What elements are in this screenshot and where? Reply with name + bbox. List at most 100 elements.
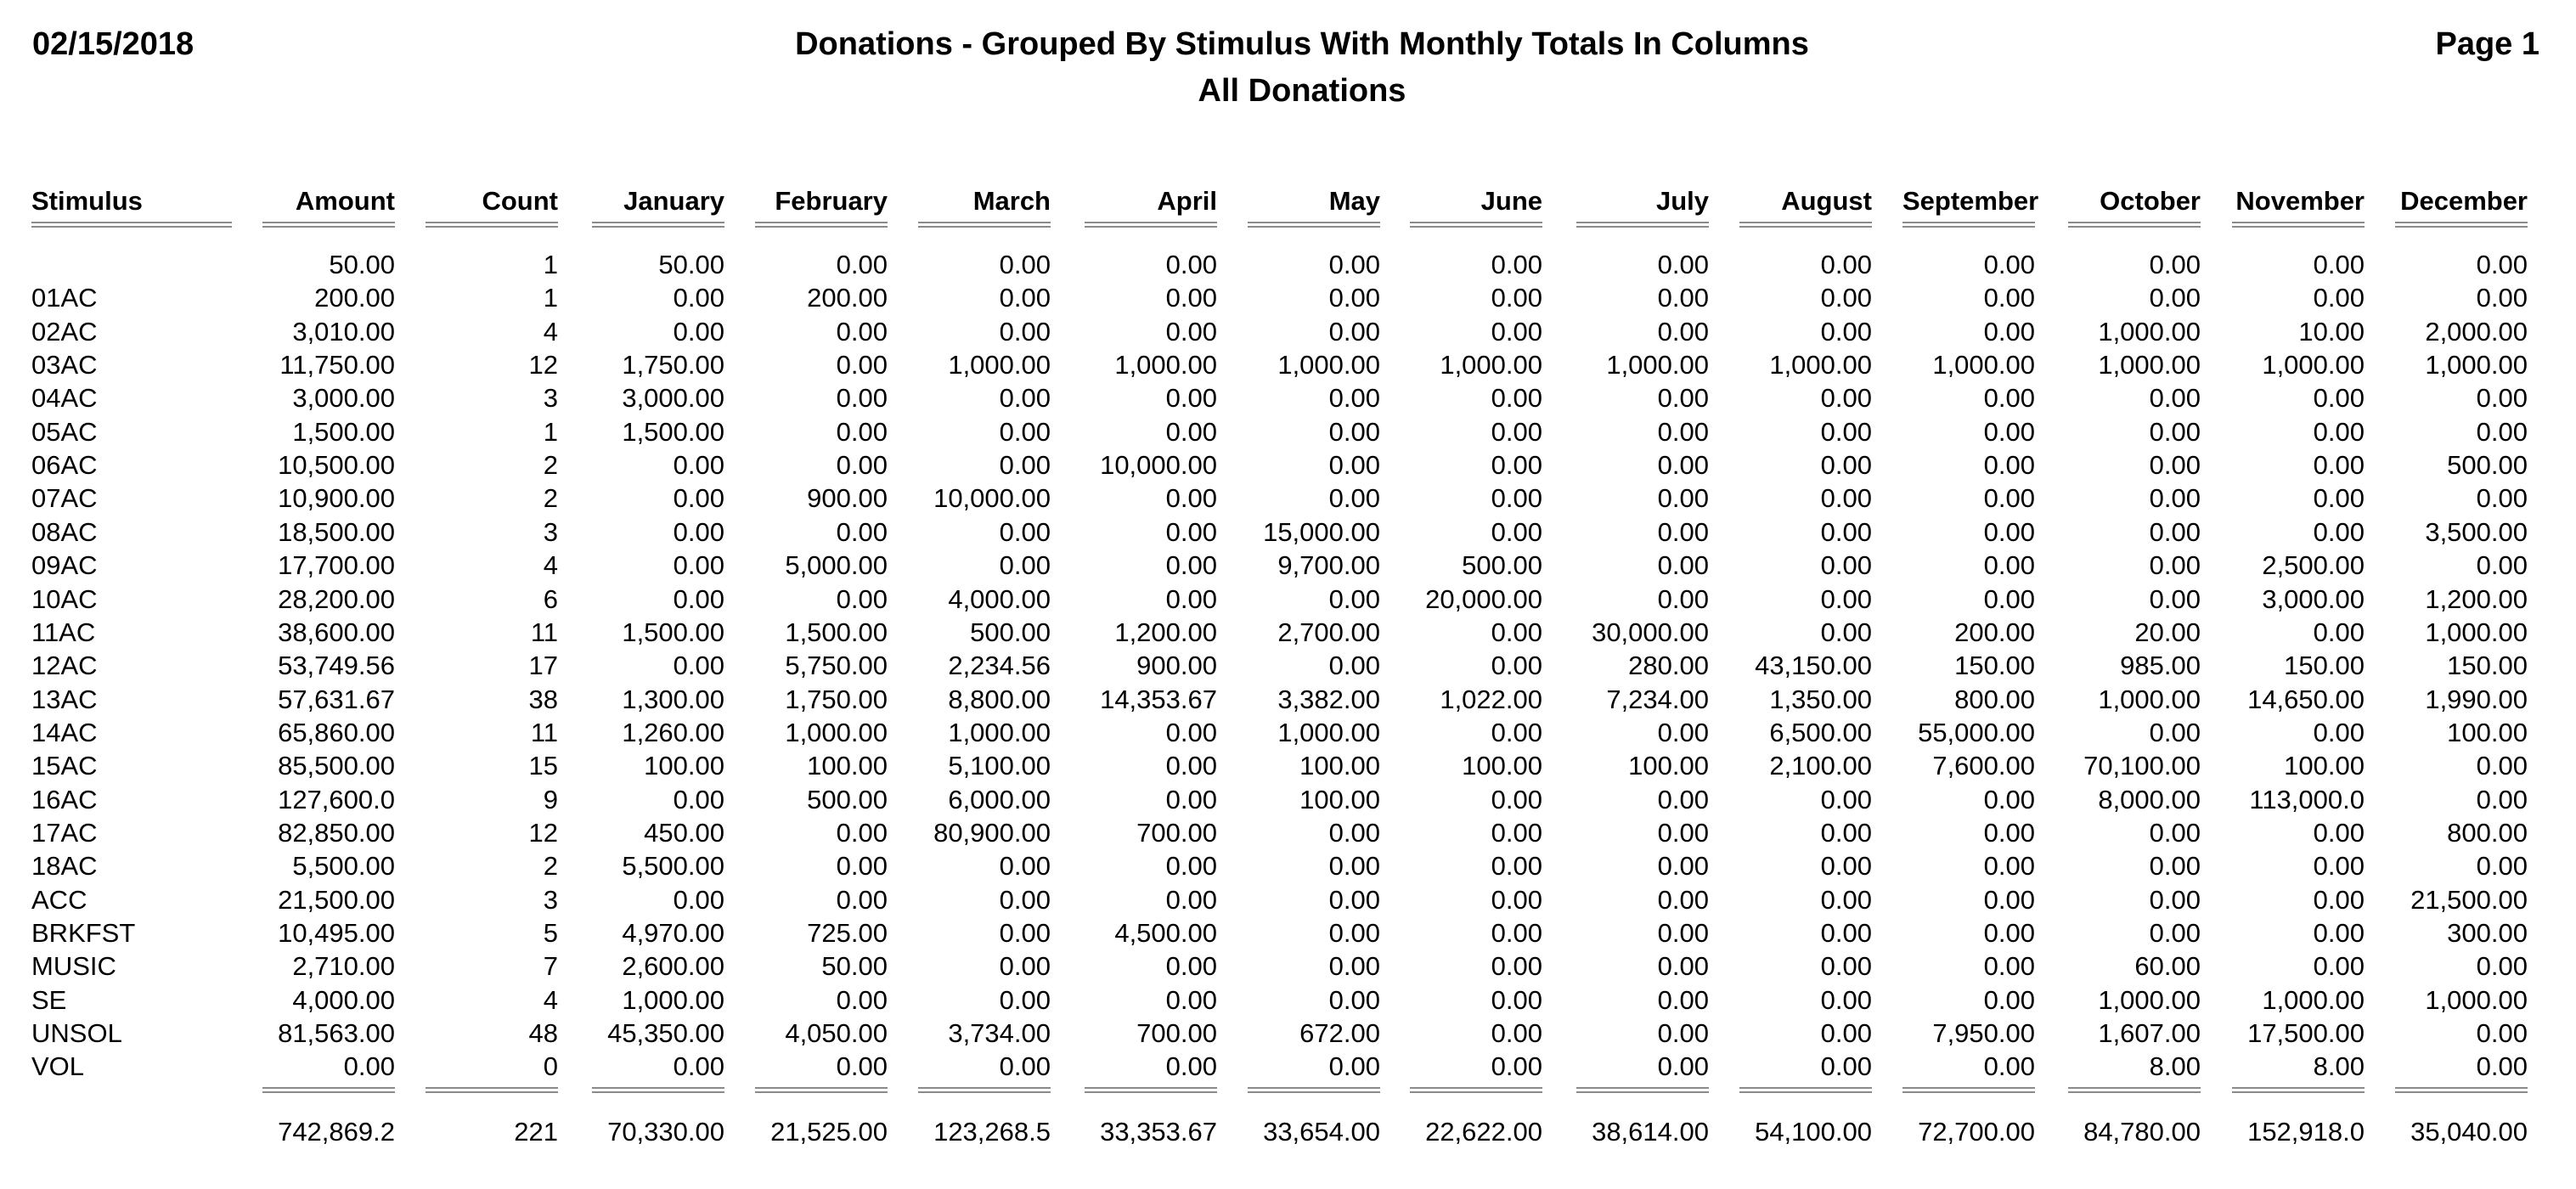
january-cell: 5,500.00 <box>622 851 724 881</box>
january-cell: 0.00 <box>673 785 724 814</box>
february-cell: 1,500.00 <box>785 617 888 647</box>
amount-cell: 50.00 <box>329 250 395 279</box>
total-rule <box>262 1087 395 1093</box>
february-cell: 0.00 <box>836 851 888 881</box>
total-rule <box>2395 1087 2528 1093</box>
december-cell: 0.00 <box>2476 851 2528 881</box>
june-cell: 0.00 <box>1491 885 1542 915</box>
august-cell: 0.00 <box>1820 1051 1872 1081</box>
amount-cell: 11,750.00 <box>279 350 395 380</box>
august-cell: 0.00 <box>1820 283 1872 313</box>
april-cell: 0.00 <box>1165 584 1217 614</box>
november-cell: 0.00 <box>2313 851 2365 881</box>
march-cell: 0.00 <box>999 1051 1051 1081</box>
may-cell: 1,000.00 <box>1277 718 1380 747</box>
february-cell: 900.00 <box>807 483 888 513</box>
july-cell: 0.00 <box>1657 951 1709 981</box>
april-cell: 0.00 <box>1165 483 1217 513</box>
amount-total: 742,869.2 <box>278 1117 395 1147</box>
april-total: 33,353.67 <box>1100 1117 1217 1147</box>
may-cell: 0.00 <box>1328 918 1380 948</box>
july-cell: 7,234.00 <box>1606 685 1709 714</box>
february-cell: 725.00 <box>807 918 888 948</box>
total-rule <box>2068 1087 2201 1093</box>
stimulus-cell: 02AC <box>31 317 98 347</box>
count-total: 221 <box>514 1117 558 1147</box>
total-rule <box>426 1087 558 1093</box>
october-cell: 1,000.00 <box>2098 350 2201 380</box>
august-cell: 0.00 <box>1820 1018 1872 1048</box>
july-cell: 0.00 <box>1657 785 1709 814</box>
november-cell: 0.00 <box>2313 885 2365 915</box>
august-cell: 43,150.00 <box>1755 651 1872 680</box>
december-cell: 100.00 <box>2447 718 2528 747</box>
march-cell: 5,100.00 <box>948 751 1051 780</box>
january-cell: 0.00 <box>673 885 724 915</box>
june-cell: 0.00 <box>1491 317 1542 347</box>
november-cell: 1,000.00 <box>2262 985 2365 1015</box>
september-cell: 0.00 <box>1983 550 2035 580</box>
june-cell: 1,022.00 <box>1440 685 1542 714</box>
stimulus-cell: 08AC <box>31 517 98 547</box>
july-cell: 0.00 <box>1657 317 1709 347</box>
april-cell: 0.00 <box>1165 718 1217 747</box>
august-cell: 0.00 <box>1820 851 1872 881</box>
october-cell: 8.00 <box>2149 1051 2201 1081</box>
december-cell: 1,200.00 <box>2425 584 2528 614</box>
september-cell: 0.00 <box>1983 1051 2035 1081</box>
april-cell: 0.00 <box>1165 317 1217 347</box>
march-cell: 0.00 <box>999 550 1051 580</box>
january-cell: 1,500.00 <box>622 417 724 447</box>
january-cell: 1,000.00 <box>622 985 724 1015</box>
header-rule <box>1902 222 2035 228</box>
january-cell: 50.00 <box>658 250 724 279</box>
december-cell: 2,000.00 <box>2425 317 2528 347</box>
march-cell: 0.00 <box>999 517 1051 547</box>
february-cell: 0.00 <box>836 985 888 1015</box>
december-cell: 500.00 <box>2447 450 2528 480</box>
january-cell: 1,300.00 <box>622 685 724 714</box>
september-cell: 0.00 <box>1983 818 2035 848</box>
october-cell: 0.00 <box>2149 885 2201 915</box>
march-cell: 0.00 <box>999 885 1051 915</box>
october-cell: 0.00 <box>2149 517 2201 547</box>
january-cell: 0.00 <box>673 317 724 347</box>
june-cell: 500.00 <box>1462 550 1542 580</box>
count-cell: 2 <box>543 483 558 513</box>
august-cell: 0.00 <box>1820 584 1872 614</box>
may-total: 33,654.00 <box>1263 1117 1380 1147</box>
may-cell: 672.00 <box>1299 1018 1380 1048</box>
october-cell: 0.00 <box>2149 383 2201 413</box>
may-cell: 100.00 <box>1299 785 1380 814</box>
total-rule <box>1248 1087 1380 1093</box>
count-cell: 4 <box>543 550 558 580</box>
march-cell: 0.00 <box>999 918 1051 948</box>
december-cell: 0.00 <box>2476 550 2528 580</box>
amount-cell: 21,500.00 <box>278 885 395 915</box>
february-cell: 1,750.00 <box>785 685 888 714</box>
august-cell: 6,500.00 <box>1769 718 1872 747</box>
count-cell: 2 <box>543 851 558 881</box>
september-cell: 0.00 <box>1983 918 2035 948</box>
october-cell: 70,100.00 <box>2083 751 2201 780</box>
june-cell: 0.00 <box>1491 785 1542 814</box>
january-cell: 4,970.00 <box>622 918 724 948</box>
april-cell: 700.00 <box>1136 1018 1217 1048</box>
november-cell: 100.00 <box>2284 751 2365 780</box>
december-cell: 3,500.00 <box>2425 517 2528 547</box>
may-cell: 0.00 <box>1328 450 1380 480</box>
page-number: Page 1 <box>2435 26 2539 62</box>
column-header-july: July <box>1655 186 1709 216</box>
february-cell: 0.00 <box>836 350 888 380</box>
header-rule <box>1085 222 1217 228</box>
stimulus-cell: ACC <box>31 885 87 915</box>
april-cell: 0.00 <box>1165 1051 1217 1081</box>
amount-cell: 2,710.00 <box>292 951 395 981</box>
october-cell: 0.00 <box>2149 550 2201 580</box>
november-cell: 0.00 <box>2313 517 2365 547</box>
february-cell: 0.00 <box>836 885 888 915</box>
april-cell: 4,500.00 <box>1114 918 1217 948</box>
july-cell: 0.00 <box>1657 584 1709 614</box>
april-cell: 700.00 <box>1136 818 1217 848</box>
september-cell: 0.00 <box>1983 985 2035 1015</box>
